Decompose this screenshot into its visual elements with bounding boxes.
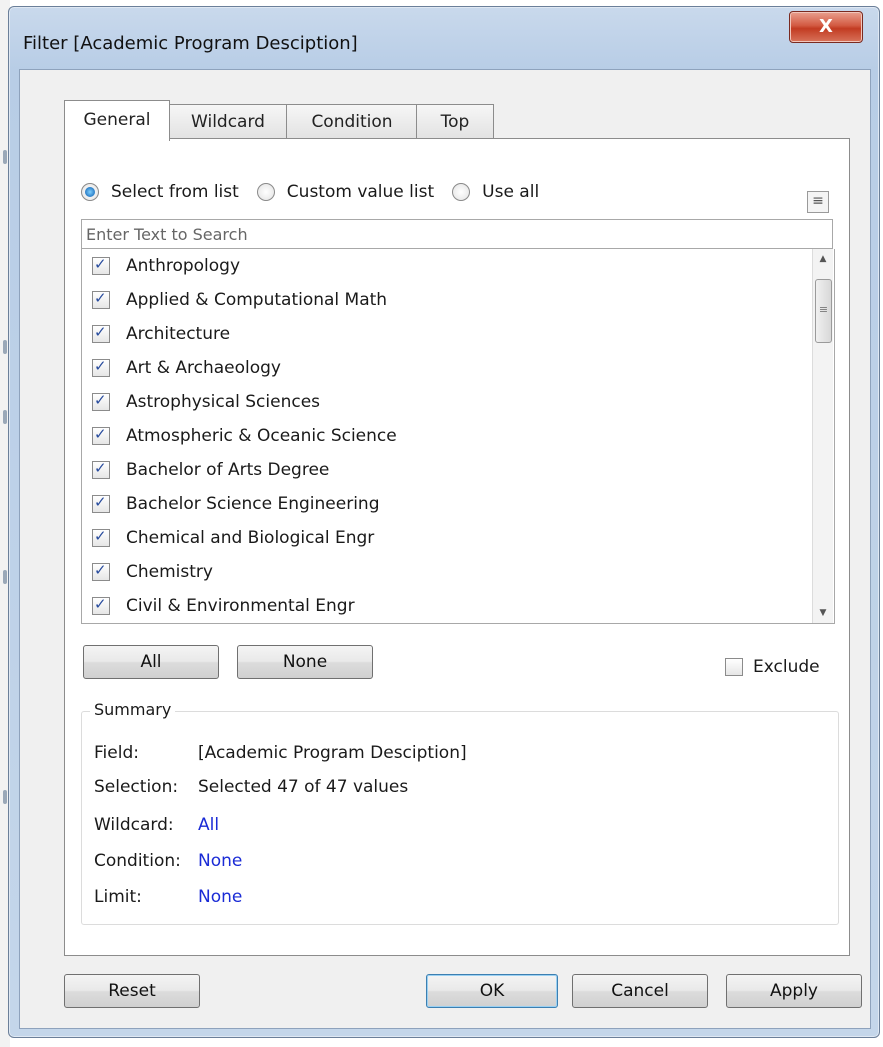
list-item[interactable]: Art & Archaeology bbox=[92, 351, 281, 385]
scroll-up-icon[interactable]: ▲ bbox=[813, 249, 833, 269]
background-mark bbox=[3, 150, 7, 164]
use-all-radio[interactable] bbox=[452, 183, 471, 201]
apply-button[interactable]: Apply bbox=[726, 974, 862, 1008]
summary-wildcard-row: Wildcard: All bbox=[94, 812, 219, 838]
list-menu-icon[interactable]: ≡ bbox=[807, 191, 829, 213]
background-mark bbox=[3, 790, 7, 804]
summary-selection-value: Selected 47 of 47 values bbox=[198, 777, 409, 797]
tab-general[interactable]: General bbox=[64, 100, 170, 141]
list-item-label: Art & Archaeology bbox=[126, 358, 281, 378]
summary-wildcard-key: Wildcard: bbox=[94, 815, 174, 835]
list-item[interactable]: Civil & Environmental Engr bbox=[92, 589, 355, 623]
list-item-checkbox[interactable] bbox=[92, 289, 110, 309]
background-mark bbox=[3, 340, 7, 354]
summary-field-value: [Academic Program Desciption] bbox=[198, 743, 467, 763]
list-item-label: Applied & Computational Math bbox=[126, 290, 388, 310]
list-item-checkbox[interactable] bbox=[92, 459, 110, 479]
list-item-label: Anthropology bbox=[126, 256, 241, 276]
ok-button[interactable]: OK bbox=[426, 974, 558, 1008]
select-from-list-radio[interactable] bbox=[81, 183, 99, 201]
list-item-label: Bachelor of Arts Degree bbox=[126, 460, 330, 480]
list-item-label: Architecture bbox=[126, 324, 231, 344]
list-item-checkbox[interactable] bbox=[92, 357, 110, 377]
list-item-label: Civil & Environmental Engr bbox=[126, 596, 355, 616]
search-input[interactable] bbox=[81, 219, 833, 249]
list-item-label: Astrophysical Sciences bbox=[126, 392, 321, 412]
summary-legend: Summary bbox=[90, 700, 176, 719]
list-item-label: Chemical and Biological Engr bbox=[126, 528, 375, 548]
scroll-thumb[interactable]: ≡ bbox=[815, 279, 832, 343]
summary-condition-row: Condition: None bbox=[94, 848, 242, 874]
list-item-checkbox[interactable] bbox=[92, 323, 110, 343]
list-item[interactable]: Astrophysical Sciences bbox=[92, 385, 320, 419]
dialog-client-area: General Wildcard Condition Top Select fr… bbox=[19, 69, 871, 1029]
list-item[interactable]: Anthropology bbox=[92, 249, 240, 283]
summary-limit-row: Limit: None bbox=[94, 884, 242, 910]
cancel-button[interactable]: Cancel bbox=[572, 974, 708, 1008]
custom-value-list-radio[interactable] bbox=[256, 183, 275, 201]
list-item[interactable]: Chemistry bbox=[92, 555, 213, 589]
list-item-checkbox[interactable] bbox=[92, 493, 110, 513]
list-item-checkbox[interactable] bbox=[92, 595, 110, 615]
tab-top[interactable]: Top bbox=[416, 104, 494, 139]
close-button[interactable]: X bbox=[789, 11, 863, 43]
summary-group: Summary Field: [Academic Program Descipt… bbox=[81, 700, 839, 925]
exclude-label[interactable]: Exclude bbox=[753, 657, 820, 677]
select-none-button[interactable]: None bbox=[237, 645, 373, 679]
select-all-button[interactable]: All bbox=[83, 645, 219, 679]
select-from-list-label[interactable]: Select from list bbox=[111, 182, 239, 202]
summary-limit-key: Limit: bbox=[94, 887, 142, 907]
background-mark bbox=[3, 410, 7, 424]
filter-dialog: Filter [Academic Program Desciption] X G… bbox=[8, 6, 880, 1038]
exclude-checkbox[interactable] bbox=[725, 658, 743, 676]
use-all-label[interactable]: Use all bbox=[482, 182, 539, 202]
summary-field-key: Field: bbox=[94, 743, 139, 763]
background-mark bbox=[3, 570, 7, 584]
summary-selection-row: Selection: Selected 47 of 47 values bbox=[94, 774, 408, 800]
summary-limit-link[interactable]: None bbox=[198, 887, 242, 907]
title-bar[interactable]: Filter [Academic Program Desciption] X bbox=[9, 7, 879, 71]
summary-condition-link[interactable]: None bbox=[198, 851, 242, 871]
list-item-label: Bachelor Science Engineering bbox=[126, 494, 380, 514]
tab-wildcard[interactable]: Wildcard bbox=[168, 104, 288, 139]
list-item[interactable]: Bachelor Science Engineering bbox=[92, 487, 379, 521]
list-item-checkbox[interactable] bbox=[92, 527, 110, 547]
list-item-label: Atmospheric & Oceanic Science bbox=[126, 426, 397, 446]
summary-field-row: Field: [Academic Program Desciption] bbox=[94, 740, 467, 766]
list-item[interactable]: Applied & Computational Math bbox=[92, 283, 387, 317]
general-tab-panel: Select from list Custom value list Use a… bbox=[64, 138, 850, 956]
dialog-title: Filter [Academic Program Desciption] bbox=[23, 33, 358, 54]
list-item-checkbox[interactable] bbox=[92, 255, 110, 275]
list-item-checkbox[interactable] bbox=[92, 425, 110, 445]
summary-wildcard-link[interactable]: All bbox=[198, 815, 219, 835]
custom-value-list-label[interactable]: Custom value list bbox=[287, 182, 434, 202]
list-item[interactable]: Architecture bbox=[92, 317, 230, 351]
list-item-label: Chemistry bbox=[126, 562, 213, 582]
exclude-option[interactable]: Exclude bbox=[725, 655, 820, 679]
values-list[interactable]: Anthropology Applied & Computational Mat… bbox=[81, 249, 835, 624]
summary-selection-key: Selection: bbox=[94, 777, 179, 797]
reset-button[interactable]: Reset bbox=[64, 974, 200, 1008]
list-item[interactable]: Bachelor of Arts Degree bbox=[92, 453, 329, 487]
summary-condition-key: Condition: bbox=[94, 851, 181, 871]
list-item[interactable]: Chemical and Biological Engr bbox=[92, 521, 374, 555]
mode-radio-group: Select from list Custom value list Use a… bbox=[81, 179, 557, 205]
list-item-checkbox[interactable] bbox=[92, 391, 110, 411]
list-item[interactable]: Atmospheric & Oceanic Science bbox=[92, 419, 397, 453]
tab-condition[interactable]: Condition bbox=[286, 104, 418, 139]
list-item-checkbox[interactable] bbox=[92, 561, 110, 581]
list-scrollbar[interactable]: ▲ ≡ ▼ bbox=[812, 249, 833, 623]
scroll-down-icon[interactable]: ▼ bbox=[813, 603, 833, 623]
